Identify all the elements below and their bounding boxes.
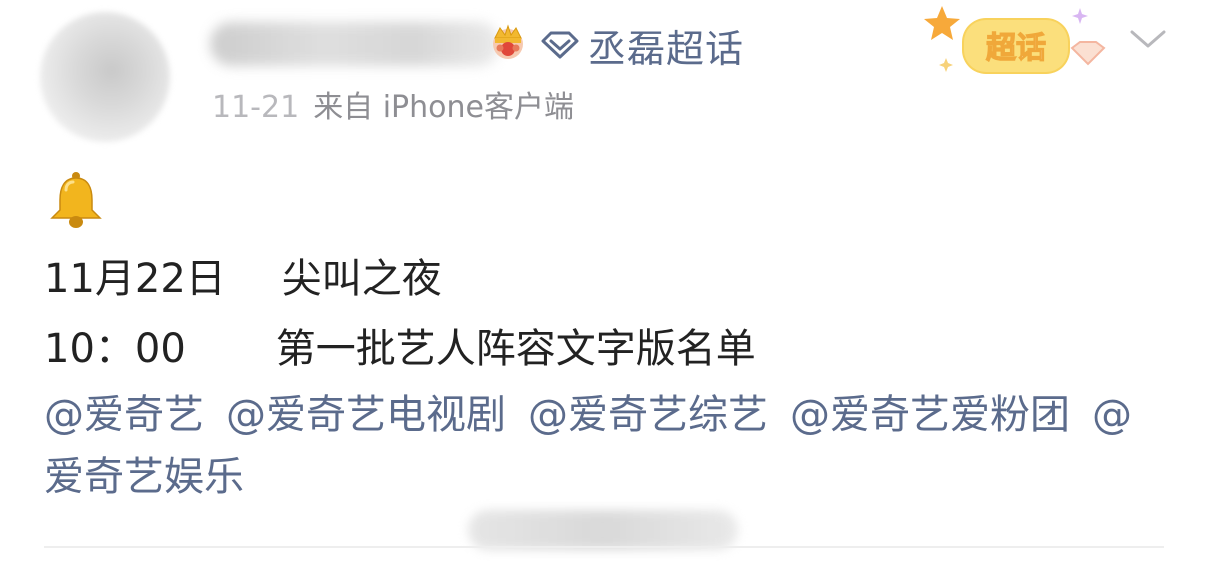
event-time: 10：00 <box>44 326 186 372</box>
event-description: 第一批艺人阵容文字版名单 <box>275 326 756 372</box>
post-time: 11-21 <box>212 90 300 125</box>
mentions: @爱奇艺 @爱奇艺电视剧 @爱奇艺综艺 @爱奇艺爱粉团 @爱奇艺娱乐 <box>44 384 1164 508</box>
diamond-icon <box>541 31 579 59</box>
post-source: 来自 iPhone客户端 <box>313 90 574 125</box>
avatar[interactable] <box>40 12 170 142</box>
supertopic-label: 丞磊超话 <box>588 26 745 71</box>
username-blurred[interactable] <box>210 22 500 66</box>
mention-link[interactable]: @爱奇艺综艺 <box>528 392 768 438</box>
content-line-time: 10：00 第一批艺人阵容文字版名单 <box>44 316 756 374</box>
mention-link[interactable]: @爱奇艺爱粉团 <box>790 392 1070 438</box>
event-date: 11月22日 <box>44 256 226 302</box>
chevron-down-icon[interactable] <box>1128 26 1168 52</box>
divider <box>44 546 1164 548</box>
content-line-date: 11月22日 尖叫之夜 <box>44 246 442 304</box>
event-name: 尖叫之夜 <box>281 256 442 302</box>
supertopic-badge[interactable]: 超话 <box>920 2 1120 82</box>
mention-link[interactable]: @爱奇艺电视剧 <box>226 392 506 438</box>
crown-icon <box>493 24 523 59</box>
badge-label: 超话 <box>986 31 1046 66</box>
bell-icon <box>50 172 102 228</box>
supertopic-link[interactable]: 丞磊超话 <box>540 20 745 71</box>
watermark-blurred <box>468 510 738 550</box>
mention-link[interactable]: @爱奇艺 <box>44 392 204 438</box>
post-meta: 11-21 来自 iPhone客户端 <box>212 82 574 126</box>
